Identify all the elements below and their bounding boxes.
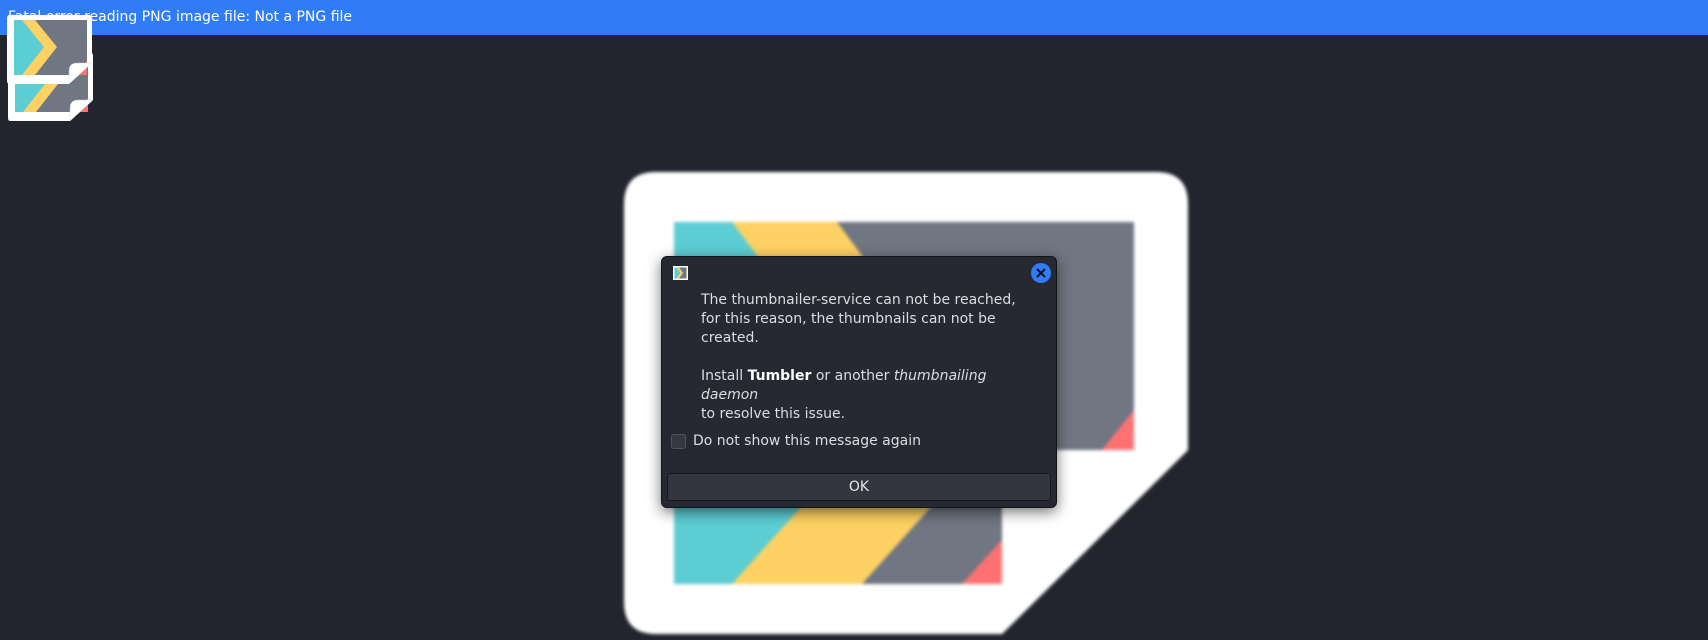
close-icon <box>1036 268 1046 278</box>
install-suffix: to resolve this issue. <box>701 406 846 422</box>
tumbler-name: Tumbler <box>747 368 812 384</box>
install-mid: or another <box>811 368 894 384</box>
dont-show-again-row[interactable]: Do not show this message again <box>671 433 921 449</box>
app-icon <box>673 266 688 280</box>
message-line-1: The thumbnailer-service can not be reach… <box>701 292 1016 308</box>
thumbnailer-warning-dialog: The thumbnailer-service can not be reach… <box>661 256 1057 508</box>
dialog-message: The thumbnailer-service can not be reach… <box>701 291 1041 424</box>
dont-show-again-label: Do not show this message again <box>693 433 921 449</box>
install-hint: Install Tumbler or another thumbnailing … <box>701 367 1041 405</box>
window-titlebar: Fatal error reading PNG image file: Not … <box>0 0 1708 35</box>
message-line-2: for this reason, the thumbnails can not … <box>701 311 996 327</box>
install-prefix: Install <box>701 368 748 384</box>
message-line-3: created. <box>701 330 759 346</box>
image-file-icon <box>7 15 93 85</box>
dont-show-again-checkbox[interactable] <box>671 433 686 449</box>
close-button[interactable] <box>1031 263 1051 283</box>
ok-button[interactable]: OK <box>667 473 1051 501</box>
